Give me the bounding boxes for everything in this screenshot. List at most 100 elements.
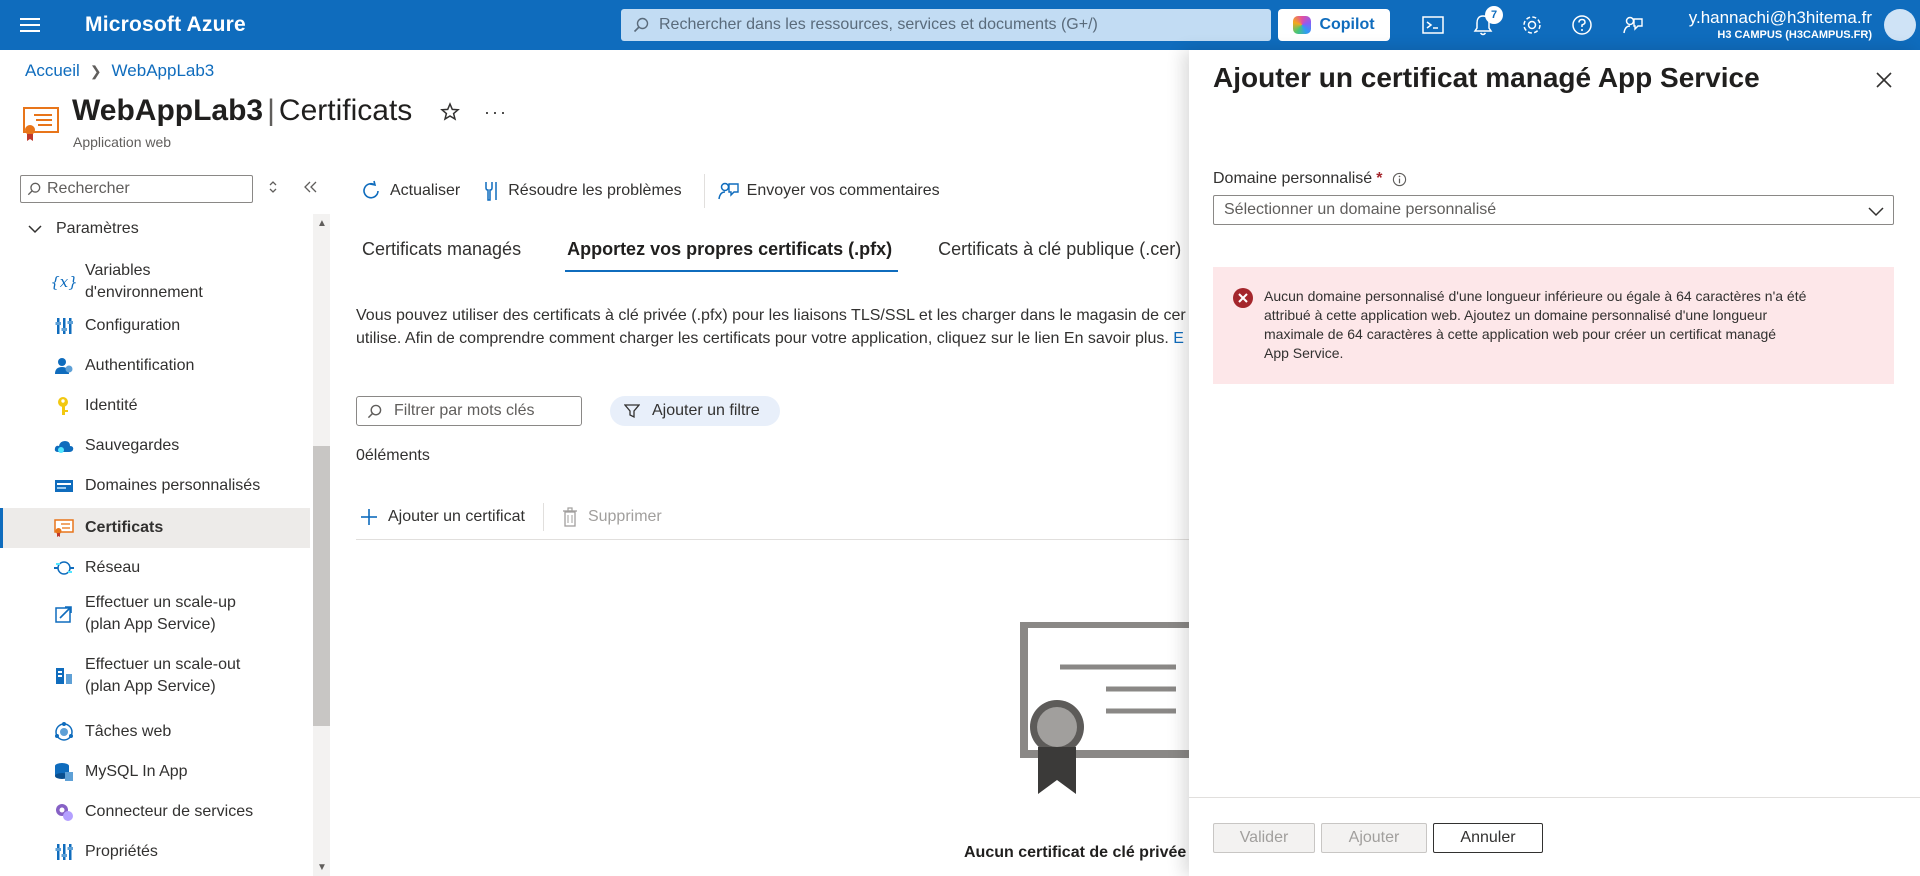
- delete-label: Supprimer: [587, 508, 662, 525]
- wrench-icon: [485, 182, 497, 201]
- certificate-actions: Ajouter un certificat Supprimer: [360, 503, 662, 531]
- tab-managed-certificates[interactable]: Certificats managés: [360, 235, 527, 272]
- error-line: Aucun domaine personnalisé d'une longueu…: [1264, 288, 1807, 304]
- custom-domains-icon: [54, 476, 74, 496]
- sidebar-group-parametres[interactable]: Paramètres: [28, 220, 139, 238]
- scroll-down-arrow-icon[interactable]: ▼: [317, 862, 327, 873]
- sidebar-item-scale-out[interactable]: Effectuer un scale-out (plan App Service): [0, 652, 310, 700]
- sidebar-item-backups[interactable]: Sauvegardes: [0, 428, 310, 464]
- actions-divider: [542, 503, 544, 531]
- cloud-shell-icon[interactable]: [1420, 12, 1446, 38]
- configuration-icon: [54, 316, 74, 336]
- panel-title: Ajouter un certificat managé App Service: [1213, 62, 1760, 93]
- scale-up-icon: [54, 604, 74, 624]
- custom-domain-dropdown[interactable]: Sélectionner un domaine personnalisé: [1213, 195, 1894, 225]
- learn-more-link[interactable]: E: [1173, 330, 1184, 347]
- account-menu[interactable]: y.hannachi@h3hitema.fr H3 CAMPUS (H3CAMP…: [1689, 8, 1872, 41]
- feedback-icon: [717, 182, 739, 200]
- scroll-up-arrow-icon[interactable]: ▲: [317, 218, 327, 229]
- close-icon[interactable]: [1872, 68, 1896, 92]
- sidebar-item-scale-up[interactable]: Effectuer un scale-up (plan App Service): [0, 590, 310, 638]
- panel-footer-divider: [1189, 797, 1920, 798]
- sidebar-item-configuration[interactable]: Configuration: [0, 308, 310, 344]
- chevron-down-icon: [1868, 207, 1884, 217]
- sidebar-item-custom-domains[interactable]: Domaines personnalisés: [0, 468, 310, 504]
- plus-icon: [361, 509, 377, 525]
- validate-button[interactable]: Valider: [1213, 823, 1315, 853]
- portal-brand[interactable]: Microsoft Azure: [85, 13, 246, 37]
- scrollbar-thumb[interactable]: [313, 446, 330, 726]
- sidebar-search-input[interactable]: Rechercher: [20, 175, 253, 203]
- error-line: App Service.: [1264, 345, 1344, 361]
- add-button[interactable]: Ajouter: [1321, 823, 1427, 853]
- sidebar-item-variables[interactable]: {x} Variables d'environnement: [0, 258, 310, 306]
- search-icon: [367, 404, 382, 418]
- notifications-icon[interactable]: 7: [1470, 6, 1503, 38]
- info-icon[interactable]: [1392, 172, 1407, 187]
- troubleshoot-button[interactable]: Résoudre les problèmes: [482, 180, 682, 202]
- sidebar-item-label: Effectuer un scale-out: [85, 656, 241, 673]
- certificate-tabs: Certificats managés Apportez vos propres…: [360, 235, 1225, 272]
- sidebar-item-network[interactable]: Réseau: [0, 550, 310, 586]
- copilot-button[interactable]: Copilot: [1278, 9, 1390, 41]
- required-marker: *: [1376, 170, 1383, 187]
- feedback-icon[interactable]: [1620, 12, 1646, 38]
- breadcrumb-resource-link[interactable]: WebAppLab3: [112, 61, 215, 81]
- sidebar-item-service-connector[interactable]: Connecteur de services: [0, 794, 310, 830]
- empty-certificate-illustration: [1020, 620, 1202, 807]
- global-search-input[interactable]: Rechercher dans les ressources, services…: [621, 9, 1271, 41]
- feedback-button[interactable]: Envoyer vos commentaires: [717, 180, 940, 202]
- sidebar-scrollbar[interactable]: ▲ ▼: [313, 214, 330, 876]
- sidebar-item-mysql[interactable]: MySQL In App: [0, 754, 310, 790]
- add-filter-button[interactable]: Ajouter un filtre: [610, 396, 780, 426]
- collapse-sidebar-icon[interactable]: [304, 180, 318, 196]
- help-icon[interactable]: [1569, 12, 1595, 38]
- empty-state-title: Aucun certificat de clé privée: [964, 844, 1187, 861]
- sidebar-item-certificates[interactable]: Certificats: [0, 508, 310, 548]
- sidebar-item-label: Tâches web: [85, 723, 172, 740]
- refresh-button[interactable]: Actualiser: [360, 180, 460, 202]
- trash-icon: [562, 507, 577, 527]
- sidebar-item-label: Domaines personnalisés: [85, 477, 261, 494]
- webjobs-icon: [54, 722, 74, 742]
- custom-domain-label-text: Domaine personnalisé: [1213, 170, 1373, 187]
- sidebar-item-identity[interactable]: Identité: [0, 388, 310, 424]
- copilot-label: Copilot: [1319, 16, 1375, 33]
- refresh-icon: [363, 180, 379, 199]
- sidebar-item-label: Certificats: [85, 519, 164, 536]
- sidebar-search-placeholder: Rechercher: [47, 180, 130, 197]
- tab-bring-your-own-pfx[interactable]: Apportez vos propres certificats (.pfx): [565, 235, 899, 272]
- avatar[interactable]: [1884, 9, 1916, 41]
- tab-public-key-cer[interactable]: Certificats à clé publique (.cer): [936, 235, 1187, 272]
- description-line-2: utilise. Afin de comprendre comment char…: [356, 330, 1174, 347]
- certificate-resource-icon: [22, 106, 62, 142]
- page-title: WebAppLab3 | Certificats: [72, 94, 412, 128]
- filter-icon: [624, 404, 640, 419]
- cancel-button[interactable]: Annuler: [1433, 823, 1543, 853]
- chevron-right-icon: ❯: [89, 62, 102, 79]
- title-separator: |: [267, 94, 275, 127]
- resource-type: Application web: [73, 134, 172, 150]
- breadcrumb-home-link[interactable]: Accueil: [25, 61, 80, 81]
- sidebar-item-webjobs[interactable]: Tâches web: [0, 714, 310, 750]
- sidebar-item-properties[interactable]: Propriétés: [0, 834, 310, 870]
- certificate-icon: [54, 518, 74, 538]
- identity-icon: [54, 396, 74, 416]
- item-count: 0éléments: [356, 447, 430, 464]
- user-email: y.hannachi@h3hitema.fr: [1688, 8, 1872, 27]
- menu-icon[interactable]: [0, 0, 60, 50]
- error-line: attribué à cette application web. Ajoute…: [1264, 307, 1768, 323]
- settings-gear-icon[interactable]: [1519, 12, 1545, 38]
- sort-toggle-icon[interactable]: [268, 180, 278, 197]
- sidebar-item-label: d'environnement: [85, 284, 203, 301]
- favorite-star-icon[interactable]: [440, 102, 460, 127]
- keyword-filter-input[interactable]: Filtrer par mots clés: [356, 396, 582, 426]
- tab-description: Vous pouvez utiliser des certificats à c…: [356, 304, 1186, 350]
- more-options-button[interactable]: ···: [484, 102, 508, 123]
- scale-out-icon: [54, 666, 74, 686]
- add-certificate-button[interactable]: Ajouter un certificat: [360, 508, 525, 526]
- delete-button[interactable]: Supprimer: [562, 507, 662, 527]
- toolbar-divider: [703, 174, 705, 208]
- sidebar-item-authentication[interactable]: Authentification: [0, 348, 310, 384]
- search-icon: [633, 17, 649, 33]
